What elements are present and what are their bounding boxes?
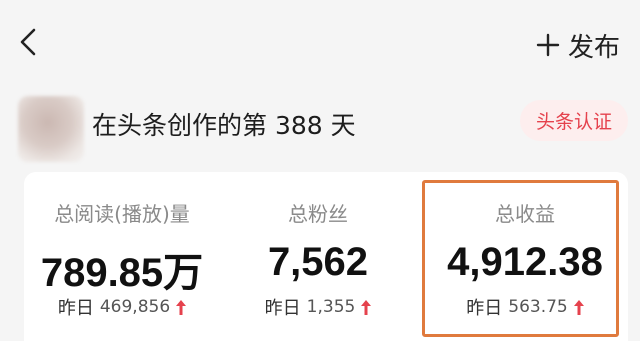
stat-total-reads[interactable]: 总阅读(播放)量 789.85万 昨日 469,856: [24, 172, 220, 341]
arrow-up-icon: [176, 299, 187, 315]
delta-value: 1,355: [306, 297, 356, 317]
delta-prefix: 昨日: [57, 298, 94, 319]
chevron-left-icon: [20, 28, 36, 56]
earnings-highlight-box: [422, 180, 619, 337]
avatar[interactable]: [18, 96, 84, 162]
stat-delta: 昨日 469,856: [24, 294, 220, 320]
plus-icon: [536, 33, 560, 57]
stat-value: 789.85万: [40, 251, 204, 295]
publish-label: 发布: [567, 32, 620, 63]
publish-button[interactable]: 发布: [536, 27, 620, 63]
stat-delta: 昨日 1,355: [220, 294, 416, 320]
stat-value: 7,562: [267, 240, 369, 284]
creation-days-text: 在头条创作的第 388 天: [92, 111, 356, 140]
arrow-up-icon: [361, 299, 372, 315]
profile-section: 在头条创作的第 388 天 头条认证: [0, 90, 640, 162]
delta-prefix: 昨日: [264, 298, 301, 319]
delta-value: 469,856: [99, 297, 171, 317]
top-bar: 发布: [0, 0, 640, 90]
stat-label: 总粉丝: [288, 202, 348, 226]
verify-badge[interactable]: 头条认证: [519, 100, 628, 141]
stat-label: 总阅读(播放)量: [54, 202, 190, 226]
back-button[interactable]: [14, 24, 44, 60]
stat-total-fans[interactable]: 总粉丝 7,562 昨日 1,355: [220, 172, 416, 341]
